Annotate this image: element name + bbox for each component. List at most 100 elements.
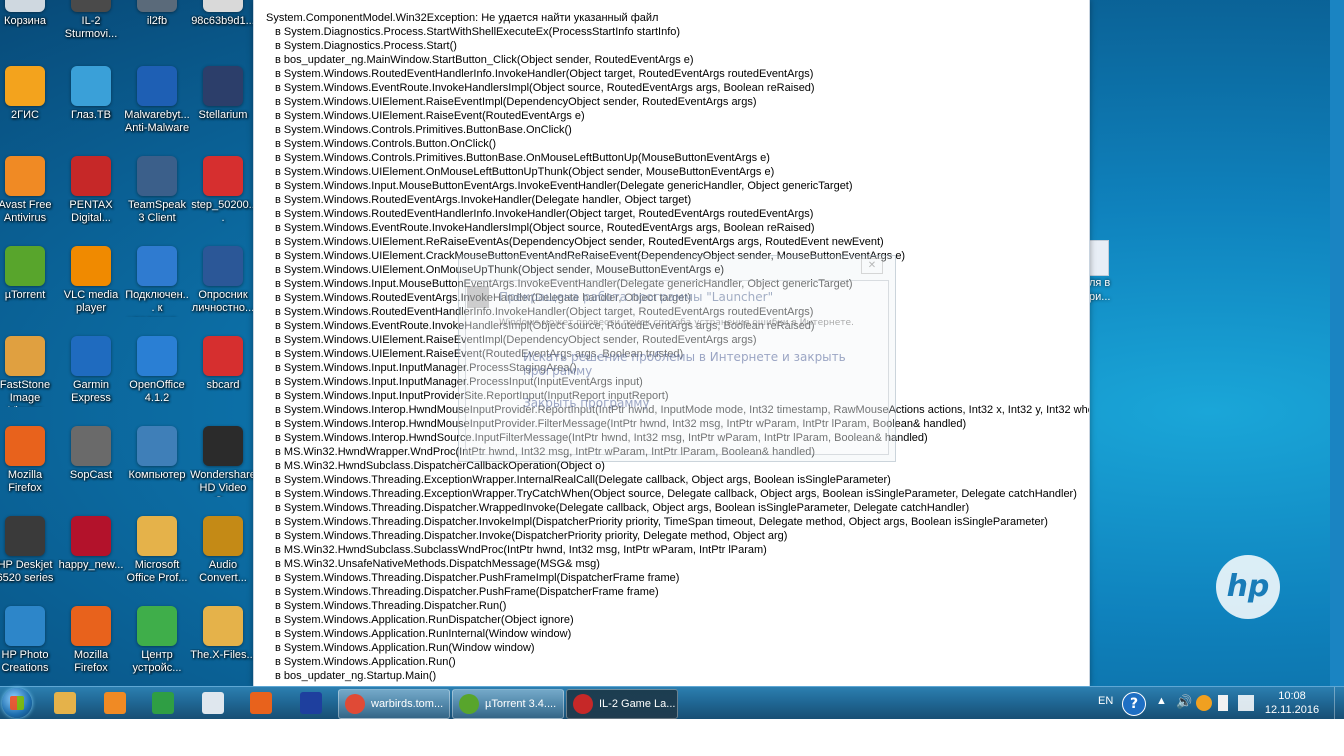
- media-player-icon: [104, 692, 126, 714]
- stack-frame: в System.Windows.Controls.Primitives.But…: [275, 152, 770, 164]
- stack-frame: в System.Windows.Input.InputProviderSite…: [275, 390, 669, 402]
- stack-frame: в System.Windows.Interop.HwndSource.Inpu…: [275, 432, 928, 444]
- stack-frame: в System.Windows.Threading.Dispatcher.In…: [275, 516, 1048, 528]
- pinned-firefox[interactable]: [242, 689, 280, 717]
- start-button[interactable]: [2, 688, 32, 718]
- desktop-icon[interactable]: FastStone Image Viewer: [0, 328, 58, 414]
- antivirus-tray-icon[interactable]: [1196, 695, 1212, 711]
- clock[interactable]: 10:08 12.11.2016: [1262, 689, 1322, 717]
- app-icon: [137, 66, 177, 106]
- stack-frame: в System.Windows.RoutedEventHandlerInfo.…: [275, 306, 814, 318]
- desktop-icon[interactable]: sbcard: [190, 328, 256, 414]
- usb-tray-icon[interactable]: [1218, 695, 1228, 711]
- desktop-icon[interactable]: Wondershare HD Video C...: [190, 418, 256, 504]
- pinned-network[interactable]: [194, 689, 232, 717]
- app-icon: [137, 426, 177, 466]
- app-icon: [71, 606, 111, 646]
- stack-frame: в bos_updater_ng.MainWindow.StartButton_…: [275, 54, 694, 66]
- desktop-icon[interactable]: Компьютер: [124, 418, 190, 504]
- servers-icon: [300, 692, 322, 714]
- desktop-icon[interactable]: TeamSpeak 3 Client: [124, 148, 190, 234]
- desktop-icon[interactable]: Mozilla Firefox: [58, 598, 124, 684]
- stack-frame: в System.Windows.UIElement.CrackMouseBut…: [275, 250, 906, 262]
- tray-expand-icon[interactable]: ▲: [1156, 695, 1167, 707]
- desktop-icon[interactable]: Stellarium: [190, 58, 256, 144]
- desktop-icon[interactable]: Центр устройс...: [124, 598, 190, 684]
- app-icon: [203, 246, 243, 286]
- desktop-icon[interactable]: SopCast: [58, 418, 124, 504]
- stack-frame: в System.Windows.UIElement.ReRaiseEventA…: [275, 236, 884, 248]
- stack-frame: в System.Windows.RoutedEventHandlerInfo.…: [275, 68, 814, 80]
- app-icon: [5, 246, 45, 286]
- app-icon: [5, 516, 45, 556]
- desktop-icon[interactable]: Garmin Express: [58, 328, 124, 414]
- stack-frame: в System.Windows.Threading.Dispatcher.Ru…: [275, 600, 507, 612]
- desktop-icon[interactable]: 2ГИС: [0, 58, 58, 144]
- taskbar-task[interactable]: warbirds.tom...: [338, 689, 450, 719]
- stack-frame: в System.Windows.EventRoute.InvokeHandle…: [275, 320, 815, 332]
- desktop-icon-label: Garmin Express: [71, 379, 111, 404]
- desktop-icon-label: Подключен... к удаленно...: [125, 289, 189, 317]
- stack-frame: в System.Windows.Input.MouseButtonEventA…: [275, 180, 853, 192]
- hp-logo: hp: [1216, 555, 1280, 619]
- pinned-stocks[interactable]: [144, 689, 182, 717]
- desktop-icon-label: IL-2 Sturmovi...: [64, 15, 118, 40]
- stack-frame: в MS.Win32.HwndSubclass.DispatcherCallba…: [275, 460, 605, 472]
- desktop-icon[interactable]: The.X-Files...: [190, 598, 256, 684]
- stack-frame: в System.Windows.EventRoute.InvokeHandle…: [275, 82, 815, 94]
- desktop-icon-label: Microsoft Office Prof...: [126, 559, 188, 584]
- app-icon: [71, 66, 111, 106]
- pinned-explorer[interactable]: [46, 689, 84, 717]
- desktop-icon[interactable]: Опросник личностно...: [190, 238, 256, 324]
- screen-bottom-margin: [0, 719, 1344, 756]
- stack-frame: в System.Windows.UIElement.RaiseEvent(Ro…: [275, 348, 684, 360]
- desktop-icon[interactable]: step_50200...: [190, 148, 256, 234]
- desktop-icon[interactable]: Подключен... к удаленно...: [124, 238, 190, 324]
- desktop-icon[interactable]: VLC media player: [58, 238, 124, 324]
- app-icon: [203, 0, 243, 12]
- desktop-icon[interactable]: HP Photo Creations: [0, 598, 58, 684]
- stack-frame: в bos_updater_ng.Startup.Main(): [275, 670, 437, 682]
- desktop-edge: [1330, 0, 1344, 686]
- desktop-icon-label: 98c63b9d1...: [191, 15, 255, 27]
- taskbar-task[interactable]: µTorrent 3.4....: [452, 689, 564, 719]
- stack-frame: в System.Windows.UIElement.OnMouseUpThun…: [275, 264, 725, 276]
- desktop-icon[interactable]: Microsoft Office Prof...: [124, 508, 190, 594]
- desktop-icon[interactable]: PENTAX Digital...: [58, 148, 124, 234]
- app-icon: [71, 426, 111, 466]
- windows-logo-icon: [10, 696, 24, 710]
- desktop-icon[interactable]: Malwarebyt... Anti-Malware: [124, 58, 190, 144]
- stack-frame: в System.Windows.EventRoute.InvokeHandle…: [275, 222, 815, 234]
- desktop-icon[interactable]: Глаз.ТВ: [58, 58, 124, 144]
- network-tray-icon[interactable]: [1238, 695, 1254, 711]
- app-icon: [71, 156, 111, 196]
- language-indicator[interactable]: EN: [1098, 695, 1113, 707]
- desktop-icon-label: ля в ри...: [1089, 277, 1111, 303]
- help-icon[interactable]: ?: [1122, 692, 1146, 716]
- task-app-icon: [459, 694, 479, 715]
- taskbar-task[interactable]: IL-2 Game La...: [566, 689, 678, 719]
- stack-frame: в System.Windows.UIElement.RaiseEventImp…: [275, 96, 757, 108]
- desktop-icon-partial[interactable]: ля в ри...: [1089, 240, 1119, 320]
- desktop-icon[interactable]: HP Deskjet 6520 series: [0, 508, 58, 594]
- app-icon: [203, 606, 243, 646]
- desktop-icon-label: step_50200...: [191, 199, 255, 224]
- show-desktop-button[interactable]: [1334, 687, 1344, 719]
- stack-frame: в MS.Win32.HwndWrapper.WndProc(IntPtr hw…: [275, 446, 815, 458]
- desktop-icon[interactable]: OpenOffice 4.1.2: [124, 328, 190, 414]
- desktop-icon-label: Компьютер: [128, 469, 186, 481]
- stack-frame: в System.Windows.Input.MouseButtonEventA…: [275, 278, 853, 290]
- desktop-icon[interactable]: Audio Convert...: [190, 508, 256, 594]
- volume-icon[interactable]: 🔊: [1176, 695, 1192, 711]
- pinned-media-player[interactable]: [96, 689, 134, 717]
- desktop-icon-label: TeamSpeak 3 Client: [127, 199, 187, 224]
- desktop-icon[interactable]: happy_new...: [58, 508, 124, 594]
- pinned-servers[interactable]: [292, 689, 330, 717]
- explorer-icon: [54, 692, 76, 714]
- desktop-icon[interactable]: Avast Free Antivirus: [0, 148, 58, 234]
- desktop-icon[interactable]: µTorrent: [0, 238, 58, 324]
- app-icon: [203, 66, 243, 106]
- desktop-icon[interactable]: Mozilla Firefox: [0, 418, 58, 504]
- desktop-icon-label: il2fb: [146, 15, 168, 27]
- stack-frame: в System.Windows.Threading.Dispatcher.In…: [275, 530, 788, 542]
